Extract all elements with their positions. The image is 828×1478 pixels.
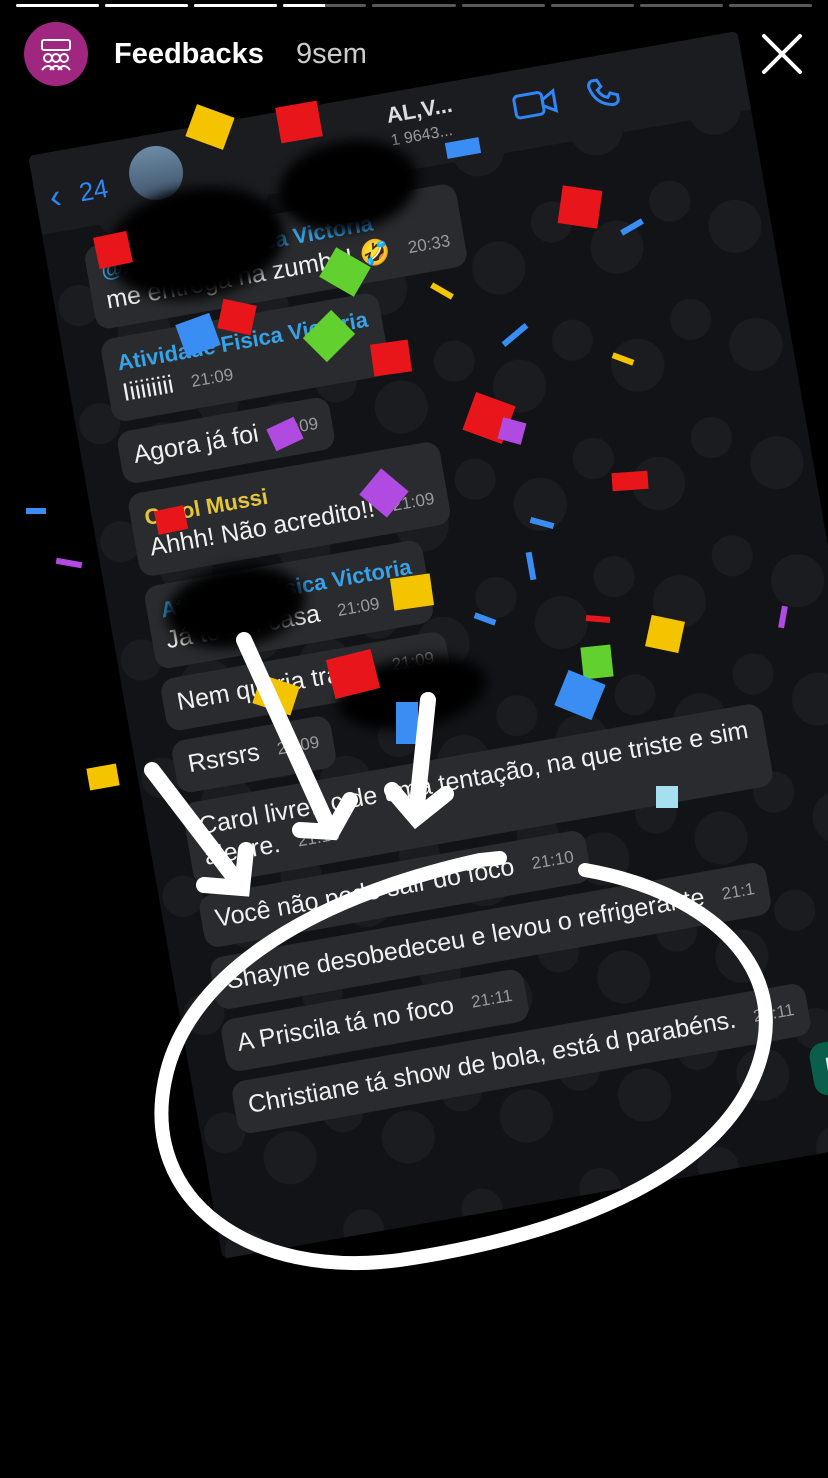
- story-avatar-icon[interactable]: [24, 22, 88, 86]
- message-time: 21:11: [751, 1000, 796, 1026]
- message-time: 21:09: [274, 413, 320, 440]
- message-time: 21:09: [189, 364, 235, 391]
- chat-screenshot: ‹ 24 AL,V... 1 9643... @Atividade Fisica…: [28, 17, 828, 1259]
- message-text: Rsrsrs: [185, 738, 262, 779]
- progress-segment: [105, 4, 189, 7]
- progress-segment: [550, 4, 634, 7]
- progress-segment: [283, 4, 367, 7]
- message-time: 21:09: [335, 593, 381, 621]
- back-chevron-icon[interactable]: ‹: [46, 177, 64, 217]
- message-text: Iiiiiiiii: [120, 370, 176, 407]
- progress-segment: [728, 4, 812, 7]
- close-icon[interactable]: [760, 32, 804, 76]
- message-time: 21:1: [720, 879, 757, 904]
- confetti-piece: [86, 763, 120, 791]
- progress-segment: [372, 4, 456, 7]
- message-time: 21:11: [469, 985, 514, 1012]
- message-time: 21:10: [530, 847, 576, 874]
- message-time: 21:10: [296, 824, 342, 851]
- story-time: 9sem: [296, 38, 367, 70]
- message-time: 21:09: [390, 488, 436, 515]
- message-text: Agora já foi: [131, 419, 261, 469]
- progress-segment: [194, 4, 278, 7]
- story-progress: [16, 4, 812, 7]
- back-count: 24: [76, 172, 111, 208]
- progress-segment: [639, 4, 723, 7]
- confetti-piece: [55, 557, 83, 569]
- video-call-icon[interactable]: [511, 86, 560, 128]
- progress-segment: [461, 4, 545, 7]
- message-time: 21:09: [275, 732, 321, 759]
- story-title[interactable]: Feedbacks: [114, 38, 264, 71]
- message-text: Kkkkk: [822, 1042, 828, 1082]
- progress-segment: [16, 4, 100, 7]
- confetti-piece: [26, 508, 46, 514]
- story-header: Feedbacks 9sem: [24, 22, 804, 86]
- message-time: 20:33: [406, 231, 452, 258]
